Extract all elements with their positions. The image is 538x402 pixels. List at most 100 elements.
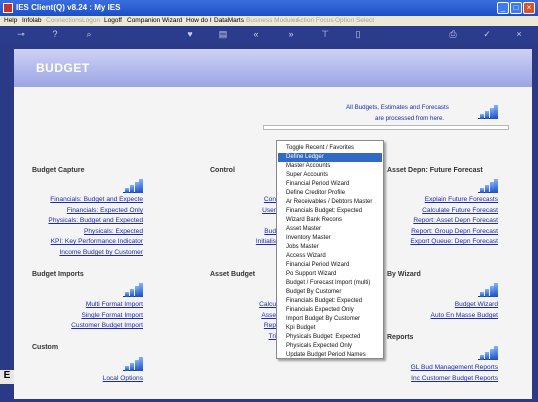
menu-item-define-ledger[interactable]: Define Ledger bbox=[278, 153, 382, 162]
budget-chart-icon bbox=[478, 105, 498, 119]
section-title-by-wizard: By Wizard bbox=[387, 271, 421, 278]
minimize-button[interactable]: _ bbox=[497, 2, 509, 14]
link-physicals-budget-expected[interactable]: Physicals: Budget and Expected bbox=[48, 217, 143, 224]
key-icon[interactable]: ⊸ bbox=[12, 29, 30, 39]
link-inc-customer-budget-reports[interactable]: Inc Customer Budget Reports bbox=[411, 375, 498, 382]
link-export-queue-depn[interactable]: Export Queue: Depn Forecast bbox=[410, 238, 498, 245]
menu-item-asset-master[interactable]: Asset Master bbox=[278, 225, 382, 234]
link-financials-expected-only[interactable]: Financials: Expected Only bbox=[67, 207, 143, 214]
link-financials-budget-expected[interactable]: Financials: Budget and Expecte bbox=[50, 196, 143, 203]
link-customer-budget-import[interactable]: Customer Budget Import bbox=[71, 322, 143, 329]
link-control-user[interactable]: User bbox=[262, 207, 276, 214]
menu-help[interactable]: Help bbox=[4, 17, 17, 24]
forward-icon[interactable]: » bbox=[286, 29, 296, 39]
menu-item-budget-forecast-import[interactable]: Budget / Forecast Import (multi) bbox=[278, 279, 382, 288]
intro-text-line1: All Budgets, Estimates and Forecasts bbox=[346, 104, 449, 111]
menu-business-modules: Business Modules bbox=[246, 17, 299, 24]
menu-item-po-support-wizard[interactable]: Po Support Wizard bbox=[278, 270, 382, 279]
check-icon[interactable]: ✓ bbox=[482, 29, 492, 39]
link-explain-future-forecasts[interactable]: Explain Future Forecasts bbox=[425, 196, 498, 203]
link-report-asset-depn[interactable]: Report: Asset Depn Forecast bbox=[413, 217, 498, 224]
section-title-custom: Custom bbox=[32, 344, 59, 351]
menu-item-physicals-budget-expected[interactable]: Physicals Budget: Expected bbox=[278, 333, 382, 342]
link-asset-calcu[interactable]: Calcu bbox=[259, 301, 276, 308]
content-panel bbox=[14, 49, 532, 399]
menu-option-select: Option Select bbox=[335, 17, 375, 24]
link-asset-rep[interactable]: Rep bbox=[264, 322, 276, 329]
link-single-format-import[interactable]: Single Format Import bbox=[81, 312, 143, 319]
budget-imports-chart-icon bbox=[123, 283, 143, 297]
section-title-reports: Reports bbox=[387, 334, 414, 341]
heart-icon[interactable]: ♥ bbox=[185, 29, 195, 39]
window-title: IES Client(Q) v8.24 : My IES bbox=[16, 3, 121, 12]
menu-logon: Logon bbox=[82, 17, 101, 24]
link-local-options[interactable]: Local Options bbox=[103, 375, 143, 382]
menu-logoff[interactable]: Logoff bbox=[104, 17, 122, 24]
link-income-budget-customer[interactable]: Income Budget by Customer bbox=[59, 249, 143, 256]
link-budget-wizard[interactable]: Budget Wizard bbox=[455, 301, 498, 308]
menu-item-financials-budget-expected[interactable]: Financials Budget: Expected bbox=[278, 207, 382, 216]
menu-bar: Help Infolab Connections Logon Logoff Co… bbox=[0, 16, 538, 26]
custom-chart-icon bbox=[123, 357, 143, 371]
link-calculate-future-forecast[interactable]: Calculate Future Forecast bbox=[422, 207, 498, 214]
search-icon[interactable]: ⌕ bbox=[84, 29, 94, 39]
close-button[interactable]: × bbox=[523, 2, 535, 14]
menu-connections: Connections bbox=[46, 17, 83, 24]
menu-item-ar-receivables[interactable]: Ar Receivables / Debtors Master bbox=[278, 198, 382, 207]
menu-item-inventory-master[interactable]: Inventory Master bbox=[278, 234, 382, 243]
intro-text-line2: are processed from here. bbox=[375, 115, 445, 122]
page-title: BUDGET bbox=[36, 61, 90, 75]
left-edge-label: E bbox=[0, 370, 14, 384]
menu-item-financial-period-wizard[interactable]: Financial Period Wizard bbox=[278, 180, 382, 189]
menu-item-import-budget-by-customer[interactable]: Import Budget By Customer bbox=[278, 315, 382, 324]
book-icon[interactable]: ▤ bbox=[218, 29, 228, 39]
menu-companion[interactable]: Companion bbox=[127, 17, 160, 24]
menu-item-master-accounts[interactable]: Master Accounts bbox=[278, 162, 382, 171]
asset-depn-chart-icon bbox=[478, 179, 498, 193]
menu-item-access-wizard[interactable]: Access Wizard bbox=[278, 252, 382, 261]
maximize-button[interactable]: □ bbox=[510, 2, 522, 14]
budget-capture-chart-icon bbox=[123, 179, 143, 193]
menu-item-kpi-budget[interactable]: Kpi Budget bbox=[278, 324, 382, 333]
section-title-asset-depn: Asset Depn: Future Forecast bbox=[387, 167, 483, 174]
cancel-icon[interactable]: × bbox=[514, 29, 524, 39]
link-control-initialis[interactable]: Initialis bbox=[256, 238, 276, 245]
menu-item-toggle-recent[interactable]: Toggle Recent / Favorites bbox=[278, 144, 382, 153]
link-multi-format-import[interactable]: Multi Format Import bbox=[86, 301, 143, 308]
section-title-asset-budget: Asset Budget bbox=[210, 271, 256, 278]
link-gl-bud-management-reports[interactable]: GL Bud Management Reports bbox=[411, 364, 498, 371]
link-kpi-indicator[interactable]: KPI: Key Performance Indicator bbox=[51, 238, 143, 245]
menu-infolab[interactable]: Infolab bbox=[22, 17, 42, 24]
menu-item-update-budget-period-names[interactable]: Update Budget Period Names bbox=[278, 351, 382, 360]
by-wizard-chart-icon bbox=[478, 283, 498, 297]
menu-item-jobs-master[interactable]: Jobs Master bbox=[278, 243, 382, 252]
print-icon[interactable]: ⎙ bbox=[448, 29, 458, 39]
menu-datamarts[interactable]: DataMarts bbox=[214, 17, 244, 24]
menu-item-financials-expected-only[interactable]: Financials Expected Only bbox=[278, 306, 382, 315]
page-icon[interactable]: ▯ bbox=[353, 29, 363, 39]
stop-icon[interactable]: ⊤ bbox=[320, 29, 330, 39]
menu-how-do-i[interactable]: How do I bbox=[186, 17, 212, 24]
menu-item-financial-period-wizard-2[interactable]: Financial Period Wizard bbox=[278, 261, 382, 270]
menu-item-super-accounts[interactable]: Super Accounts bbox=[278, 171, 382, 180]
link-asset-asse[interactable]: Asse bbox=[261, 312, 276, 319]
menu-item-define-creditor-profile[interactable]: Define Creditor Profile bbox=[278, 189, 382, 198]
progress-bar bbox=[263, 125, 509, 130]
link-control-con[interactable]: Con bbox=[264, 196, 276, 203]
menu-item-budget-by-customer[interactable]: Budget By Customer bbox=[278, 288, 382, 297]
menu-action-focus: Action Focus bbox=[296, 17, 334, 24]
link-auto-en-masse-budget[interactable]: Auto En Masse Budget bbox=[431, 312, 498, 319]
help-icon[interactable]: ? bbox=[50, 29, 60, 39]
menu-item-wizard-bank-recons[interactable]: Wizard Bank Recons bbox=[278, 216, 382, 225]
section-title-budget-capture: Budget Capture bbox=[32, 167, 85, 174]
rewind-icon[interactable]: « bbox=[251, 29, 261, 39]
title-bar: IES Client(Q) v8.24 : My IES _ □ × bbox=[0, 0, 538, 16]
menu-wizard[interactable]: Wizard bbox=[162, 17, 182, 24]
link-physicals-expected[interactable]: Physicals: Expected bbox=[84, 228, 143, 235]
link-control-bud[interactable]: Bud bbox=[264, 228, 276, 235]
menu-item-financials-budget-expected-2[interactable]: Financials Budget: Expected bbox=[278, 297, 382, 306]
reports-chart-icon bbox=[478, 346, 498, 360]
link-report-group-depn[interactable]: Report: Group Depn Forecast bbox=[411, 228, 498, 235]
menu-item-physicals-expected-only[interactable]: Physicals Expected Only bbox=[278, 342, 382, 351]
link-asset-tri[interactable]: Tri bbox=[269, 333, 276, 340]
